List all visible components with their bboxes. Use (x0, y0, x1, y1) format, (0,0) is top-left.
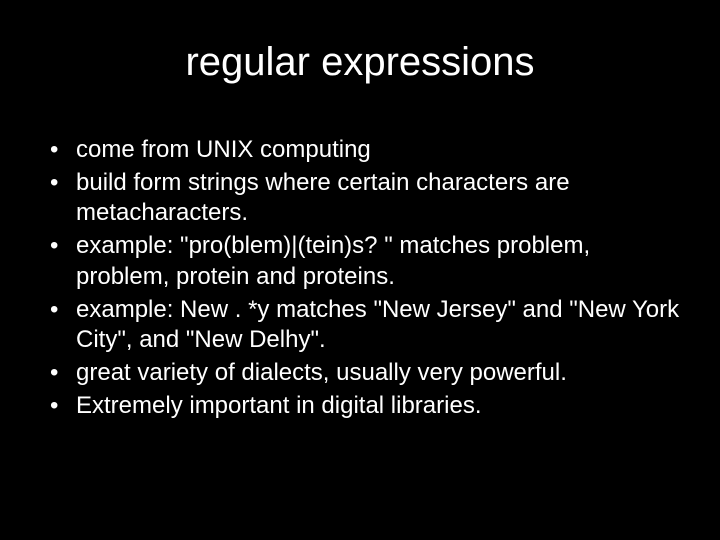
list-item: example: "pro(blem)|(tein)s? " matches p… (40, 231, 680, 292)
slide-title: regular expressions (40, 40, 680, 85)
slide: regular expressions come from UNIX compu… (0, 0, 720, 540)
list-item: come from UNIX computing (40, 135, 680, 166)
list-item: great variety of dialects, usually very … (40, 358, 680, 389)
list-item: build form strings where certain charact… (40, 168, 680, 229)
list-item: example: New . *y matches "New Jersey" a… (40, 295, 680, 356)
list-item: Extremely important in digital libraries… (40, 391, 680, 422)
bullet-list: come from UNIX computing build form stri… (40, 135, 680, 421)
